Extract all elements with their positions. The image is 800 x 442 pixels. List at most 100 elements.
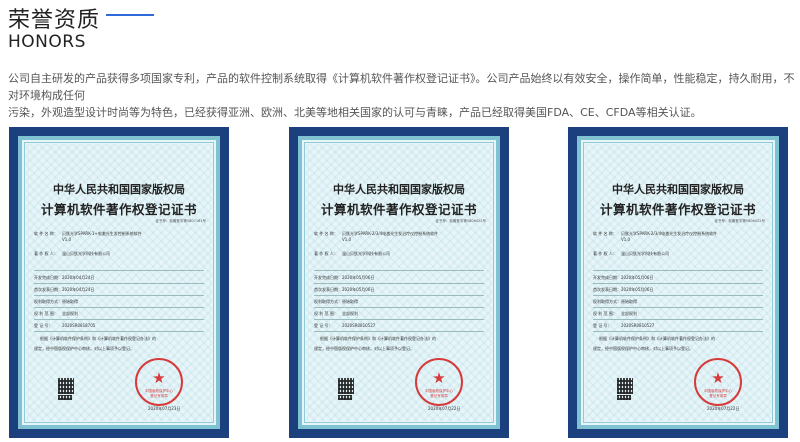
divider [314,307,484,308]
software-name-row: 软 件 名 称： 贝肽光学SPARK-2/3/4电激光生发治疗仪控制系统软件 [314,231,438,237]
software-name-row: 软 件 名 称： 贝肽光学SPARK-1+电激光生发控制系统软件 [34,231,142,237]
divider [314,283,484,284]
qr-code-icon [617,378,633,394]
version-row: V1.0 [62,237,71,242]
certificate-title: 计算机软件著作权登记证书 [599,202,756,217]
certificate-issuer: 中华人民共和国国家版权局 [612,183,744,196]
certificate-card[interactable]: 中华人民共和国国家版权局 计算机软件著作权登记证书 证书号：软著登字第58071… [9,127,229,438]
seal-text: 登记专用章 [709,394,727,398]
official-seal-icon: ★ 中国版权保护中心 登记专用章 [135,358,183,406]
certificate-number: 证书号：软著登字第5807161号 [155,219,206,223]
first-pub-row: 首次发表日期：2020年05月06日 [593,287,653,293]
acquisition-row: 权利取得方式：原始取得 [34,299,78,305]
field-value: V1.0 [342,237,352,242]
star-icon: ★ [152,369,166,387]
divider [34,283,204,284]
field-label: 首次发表日期： [314,287,342,292]
divider [34,319,204,320]
registration-row: 登 记 号： 2020SR0810527 [593,323,654,329]
field-value: 2020年05月06日 [621,287,654,292]
divider [593,283,763,284]
field-label: 权利取得方式： [314,299,342,304]
divider [314,319,484,320]
title-accent-line [106,14,154,16]
divider [34,295,204,296]
field-label: 权利取得方式： [593,299,621,304]
dev-date-row: 开发完成日期：2020年05月06日 [593,275,653,281]
dev-date-row: 开发完成日期：2020年05月06日 [314,275,374,281]
divider [593,319,763,320]
certificate-number: 证书号：软著登字第5806022号 [714,219,765,223]
field-value: 原始取得 [621,299,637,304]
divider [593,295,763,296]
field-value: 全部权利 [62,311,78,316]
field-value: 2020SR0818705 [62,323,96,328]
field-label: 权 利 范 围： [314,311,338,316]
star-icon: ★ [432,369,446,387]
field-value: 2020SR0810527 [342,323,376,328]
divider [314,295,484,296]
owner-row: 著 作 权 人： 温山贝肽光学科技有限公司 [314,251,390,257]
field-label: 软 件 名 称： [34,231,58,236]
field-label: 登 记 号： [34,323,53,328]
field-label: 著 作 权 人： [34,251,58,256]
scope-row: 权 利 范 围： 全部权利 [34,311,78,317]
divider [34,307,204,308]
acquisition-row: 权利取得方式：原始取得 [314,299,358,305]
field-value: 全部权利 [342,311,358,316]
certificate-number: 证书号：软著登字第5806022号 [435,219,486,223]
field-value: 2020年05月06日 [342,287,375,292]
registration-row: 登 记 号： 2020SR0818705 [34,323,95,329]
field-label: 软 件 名 称： [593,231,617,236]
field-label: 权利取得方式： [34,299,62,304]
field-value: 2020年05月06日 [342,275,375,280]
field-value: V1.0 [621,237,631,242]
field-label: 开发完成日期： [593,275,621,280]
field-value: 2020年04月24日 [62,287,95,292]
certificate-date: 2020年07月23日 [148,406,181,411]
field-label: 权 利 范 围： [593,311,617,316]
acquisition-row: 权利取得方式：原始取得 [593,299,637,305]
scope-row: 权 利 范 围： 全部权利 [314,311,358,317]
field-label: 开发完成日期： [314,275,342,280]
certificate-title: 计算机软件著作权登记证书 [40,202,197,217]
divider [593,270,763,271]
field-label: 登 记 号： [593,323,612,328]
field-value: 全部权利 [621,311,637,316]
barcode-icon [58,395,72,400]
field-value: 2020SR0810527 [621,323,655,328]
certificate-issuer: 中华人民共和国国家版权局 [53,183,185,196]
certificate-image: 中华人民共和国国家版权局 计算机软件著作权登记证书 证书号：软著登字第58071… [18,136,220,429]
certificate-title: 计算机软件著作权登记证书 [320,202,477,217]
first-pub-row: 首次发表日期：2020年05月06日 [314,287,374,293]
version-row: V1.0 [621,237,630,242]
field-label: 开发完成日期： [34,275,62,280]
barcode-icon [617,395,631,400]
certificate-issuer: 中华人民共和国国家版权局 [333,183,465,196]
star-icon: ★ [711,369,725,387]
certificate-image: 中华人民共和国国家版权局 计算机软件著作权登记证书 证书号：软著登字第58060… [298,136,500,429]
seal-text: 登记专用章 [430,394,448,398]
barcode-icon [338,395,352,400]
certificate-card[interactable]: 中华人民共和国国家版权局 计算机软件著作权登记证书 证书号：软著登字第58060… [568,127,788,438]
field-value: 原始取得 [62,299,78,304]
divider [34,331,204,332]
certificate-statement: 规定，经中国版权保护中心审核，对以上事项予以登记。 [314,346,414,351]
certificate-date: 2020年07月22日 [428,406,461,411]
field-label: 登 记 号： [314,323,333,328]
dev-date-row: 开发完成日期：2020年04月24日 [34,275,94,281]
divider [314,331,484,332]
field-value: 原始取得 [342,299,358,304]
certificate-card[interactable]: 中华人民共和国国家版权局 计算机软件著作权登记证书 证书号：软著登字第58060… [289,127,509,438]
description-line: 污染，外观造型设计时尚等为特色，已经获得亚洲、欧洲、北美等地相关国家的认可与青睐… [8,106,702,119]
field-value: 2020年05月06日 [621,275,654,280]
section-title: 荣誉资质 [8,8,101,33]
certificate-statement: 规定，经中国版权保护中心审核，对以上事项予以登记。 [593,346,693,351]
field-value: 贝肽光学SPARK-1+电激光生发控制系统软件 [62,231,142,236]
description-line: 公司自主研发的产品获得多项国家专利，产品的软件控制系统取得《计算机软件著作权登记… [8,72,795,102]
certificate-image: 中华人民共和国国家版权局 计算机软件著作权登记证书 证书号：软著登字第58060… [577,136,779,429]
official-seal-icon: ★ 中国版权保护中心 登记专用章 [694,358,742,406]
field-label: 软 件 名 称： [314,231,338,236]
divider [593,331,763,332]
certificate-statement: 根据《计算机软件保护条例》和《计算机软件著作权登记办法》的 [320,336,436,341]
